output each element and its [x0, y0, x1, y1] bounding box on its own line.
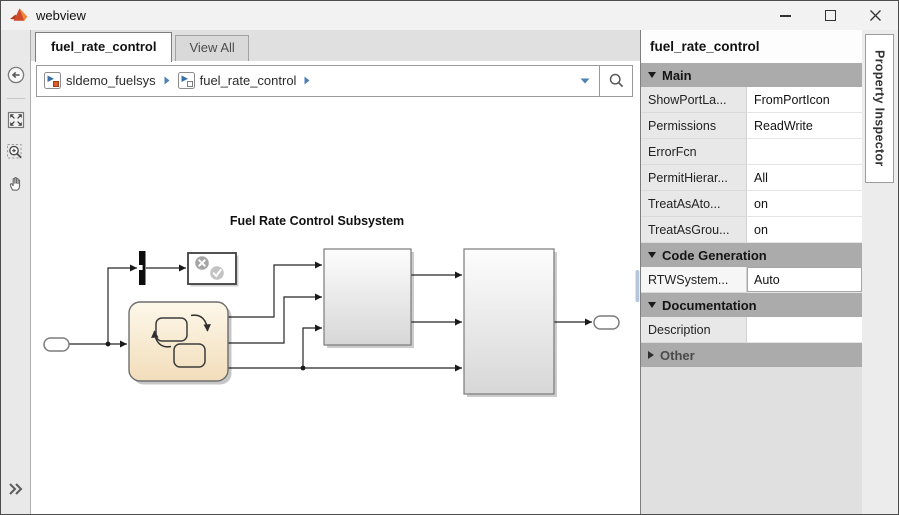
close-icon	[869, 9, 882, 22]
property-grid: fuel_rate_control Main ShowPortLa... Fro…	[641, 30, 862, 514]
subsystem-block-2[interactable]	[464, 249, 557, 397]
breadcrumb: sldemo_fuelsys fuel_rate_control	[36, 65, 633, 97]
expand-chevrons-icon	[8, 482, 24, 496]
property-value[interactable]: All	[746, 165, 862, 191]
property-row: PermitHierar... All	[641, 165, 862, 191]
collapse-triangle-icon	[648, 252, 656, 258]
zoom-in-icon	[6, 143, 25, 162]
stateflow-chart-block[interactable]	[129, 302, 232, 385]
property-value[interactable]: on	[746, 217, 862, 243]
property-row: ErrorFcn	[641, 139, 862, 165]
search-icon	[608, 72, 625, 89]
property-row-selected: RTWSystem... Auto	[641, 267, 862, 293]
section-label: Code Generation	[662, 248, 767, 263]
chevron-down-icon	[580, 78, 590, 84]
subsystem-block-1[interactable]	[324, 249, 414, 348]
main-content: fuel_rate_control View All sldemo_fuelsy…	[31, 30, 640, 514]
breadcrumb-dropdown-button[interactable]	[571, 78, 599, 84]
close-button[interactable]	[853, 2, 898, 30]
section-header-other[interactable]: Other	[641, 343, 862, 367]
pan-hand-icon	[7, 175, 25, 193]
minimize-icon	[780, 15, 791, 17]
canvas-toolbar	[1, 30, 31, 514]
minimize-button[interactable]	[763, 2, 808, 30]
panel-filler	[641, 367, 862, 514]
property-label: ErrorFcn	[641, 139, 746, 165]
titlebar: webview	[1, 1, 898, 30]
tab-view-all[interactable]: View All	[175, 35, 248, 61]
simulink-model-icon	[44, 72, 61, 89]
expand-triangle-icon	[648, 351, 654, 359]
search-button[interactable]	[600, 66, 632, 96]
chevron-right-icon[interactable]	[164, 76, 170, 85]
check-circle-icon	[210, 266, 224, 280]
property-value[interactable]: Auto	[746, 267, 862, 293]
property-label: RTWSystem...	[641, 267, 746, 293]
collapse-triangle-icon	[648, 302, 656, 308]
property-label: Description	[641, 317, 746, 343]
back-icon	[6, 65, 26, 85]
section-header-documentation[interactable]: Documentation	[641, 293, 862, 317]
zoom-in-button[interactable]	[3, 139, 29, 165]
canvas-scrollbar-thumb[interactable]	[636, 270, 640, 302]
section-label: Other	[660, 348, 695, 363]
property-label: ShowPortLa...	[641, 87, 746, 113]
toolbar-separator	[7, 98, 25, 99]
diagram-canvas[interactable]: Fuel Rate Control Subsystem	[31, 100, 640, 514]
property-inspector-panel: fuel_rate_control Main ShowPortLa... Fro…	[640, 30, 898, 514]
matlab-logo-icon	[9, 7, 28, 24]
diagram-title: Fuel Rate Control Subsystem	[230, 214, 404, 228]
window-title: webview	[36, 8, 86, 23]
property-label: TreatAsGrou...	[641, 217, 746, 243]
collapse-triangle-icon	[648, 72, 656, 78]
property-row: Description	[641, 317, 862, 343]
property-value[interactable]	[746, 317, 862, 343]
property-value[interactable]: FromPortIcon	[746, 87, 862, 113]
property-inspector-tab[interactable]: Property Inspector	[865, 34, 894, 183]
maximize-button[interactable]	[808, 2, 853, 30]
tab-fuel-rate-control[interactable]: fuel_rate_control	[35, 32, 172, 62]
check-block[interactable]	[188, 253, 239, 287]
property-label: PermitHierar...	[641, 165, 746, 191]
property-label: TreatAsAto...	[641, 191, 746, 217]
breadcrumb-label: fuel_rate_control	[200, 73, 297, 88]
section-label: Documentation	[662, 298, 757, 313]
back-button[interactable]	[3, 62, 29, 88]
pan-button[interactable]	[3, 171, 29, 197]
branch-dot	[106, 342, 111, 347]
simulink-subsystem-icon	[178, 72, 195, 89]
breadcrumb-toolbar: sldemo_fuelsys fuel_rate_control	[31, 61, 640, 100]
mux-bar[interactable]	[139, 251, 146, 285]
section-header-code-generation[interactable]: Code Generation	[641, 243, 862, 267]
side-tab-strip: Property Inspector	[862, 30, 898, 514]
maximize-icon	[825, 10, 836, 21]
inspector-title: fuel_rate_control	[641, 30, 862, 63]
fit-to-view-icon	[7, 111, 25, 129]
property-label: Permissions	[641, 113, 746, 139]
breadcrumb-item-model[interactable]: sldemo_fuelsys	[44, 72, 156, 89]
breadcrumb-item-subsystem[interactable]: fuel_rate_control	[178, 72, 297, 89]
expand-panel-button[interactable]	[3, 476, 29, 502]
app-window: webview	[0, 0, 899, 515]
fit-to-view-button[interactable]	[3, 107, 29, 133]
breadcrumb-items: sldemo_fuelsys fuel_rate_control	[37, 72, 571, 89]
tab-bar: fuel_rate_control View All	[31, 30, 640, 61]
property-row: ShowPortLa... FromPortIcon	[641, 87, 862, 113]
chevron-right-icon[interactable]	[304, 76, 310, 85]
property-row: TreatAsGrou... on	[641, 217, 862, 243]
property-row: TreatAsAto... on	[641, 191, 862, 217]
outport-oval[interactable]	[594, 316, 619, 329]
inport-oval[interactable]	[44, 338, 69, 351]
branch-dot	[301, 366, 306, 371]
property-value[interactable]: on	[746, 191, 862, 217]
section-header-main[interactable]: Main	[641, 63, 862, 87]
breadcrumb-label: sldemo_fuelsys	[66, 73, 156, 88]
property-row: Permissions ReadWrite	[641, 113, 862, 139]
property-value[interactable]: ReadWrite	[746, 113, 862, 139]
property-value[interactable]	[746, 139, 862, 165]
section-label: Main	[662, 68, 692, 83]
